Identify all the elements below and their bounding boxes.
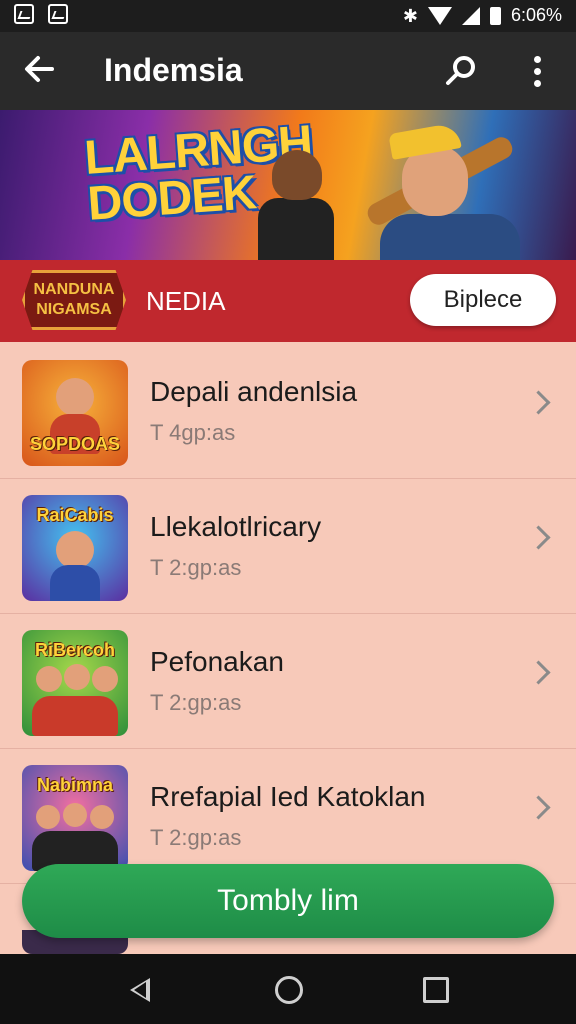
- character-head: [64, 664, 90, 690]
- list-item-title: Pefonakan: [150, 646, 284, 677]
- list-item-thumbnail: RiBercoh: [22, 630, 128, 736]
- primary-action-button[interactable]: Tombly lim: [22, 864, 554, 938]
- wifi-icon: [427, 6, 452, 25]
- character-body: [50, 565, 100, 601]
- chevron-right-icon: [526, 390, 551, 415]
- character-head: [36, 666, 62, 692]
- status-bar: ✱ 6:06%: [0, 0, 576, 32]
- list-item[interactable]: RiBercoh Pefonakan T 2:gp:as: [0, 614, 576, 749]
- list-item-title: Rrefapial Ied Katoklan: [150, 781, 426, 812]
- back-arrow-icon[interactable]: [22, 52, 56, 92]
- promo-label: NEDIA: [146, 286, 226, 316]
- list-item-subtitle: T 2:gp:as: [150, 555, 242, 580]
- list-item-subtitle: T 4gp:as: [150, 420, 236, 445]
- list-item-thumbnail: Nabimna: [22, 765, 128, 871]
- character-head: [90, 805, 114, 829]
- list-item-title: Llekalotlricary: [150, 511, 322, 542]
- battery-icon: [489, 6, 501, 25]
- banner-character-body: [380, 214, 520, 260]
- list-item-thumbnail: RaiCabis: [22, 495, 128, 601]
- nav-recents-icon[interactable]: [423, 977, 449, 1003]
- banner-character: [258, 198, 334, 260]
- list-item-title: Depali andenlsia: [150, 376, 358, 407]
- character-head: [36, 805, 60, 829]
- more-vertical-icon[interactable]: [528, 54, 546, 88]
- page-title: Indemsia: [104, 52, 243, 88]
- list-item[interactable]: SOPDOAS Depali andenlsia T 4gp:as: [0, 344, 576, 479]
- promo-button[interactable]: Biplece: [410, 274, 556, 326]
- banner-character-head: [272, 150, 322, 200]
- character-body: [32, 696, 118, 736]
- game-list: SOPDOAS Depali andenlsia T 4gp:as RaiCab…: [0, 344, 576, 884]
- status-text: 6:06%: [510, 5, 562, 25]
- list-item-subtitle: T 2:gp:as: [150, 690, 242, 715]
- promo-logo: NANDUNA NIGAMSA: [22, 270, 126, 330]
- list-item[interactable]: RaiCabis Llekalotlricary T 2:gp:as: [0, 479, 576, 614]
- nav-home-icon[interactable]: [275, 976, 303, 1004]
- nav-back-icon[interactable]: [130, 978, 150, 1002]
- gallery-notification-icon: [14, 4, 34, 24]
- chevron-right-icon: [526, 795, 551, 820]
- character-head: [56, 378, 94, 416]
- photo-notification-icon: [48, 4, 68, 24]
- hero-banner[interactable]: LALRNGH DODEK: [0, 110, 576, 260]
- signal-icon: [461, 6, 480, 25]
- character-head: [92, 666, 118, 692]
- bug-icon: ✱: [402, 5, 418, 26]
- system-nav-bar: [0, 954, 576, 1024]
- list-item-subtitle: T 2:gp:as: [150, 825, 242, 850]
- promo-bar: NANDUNA NIGAMSA NEDIA Biplece: [0, 260, 576, 342]
- search-icon[interactable]: [444, 54, 478, 88]
- character-head: [63, 803, 87, 827]
- chevron-right-icon: [526, 525, 551, 550]
- chevron-right-icon: [526, 660, 551, 685]
- app-bar: Indemsia: [0, 32, 576, 110]
- list-item-thumbnail: SOPDOAS: [22, 360, 128, 466]
- character-head: [56, 531, 94, 569]
